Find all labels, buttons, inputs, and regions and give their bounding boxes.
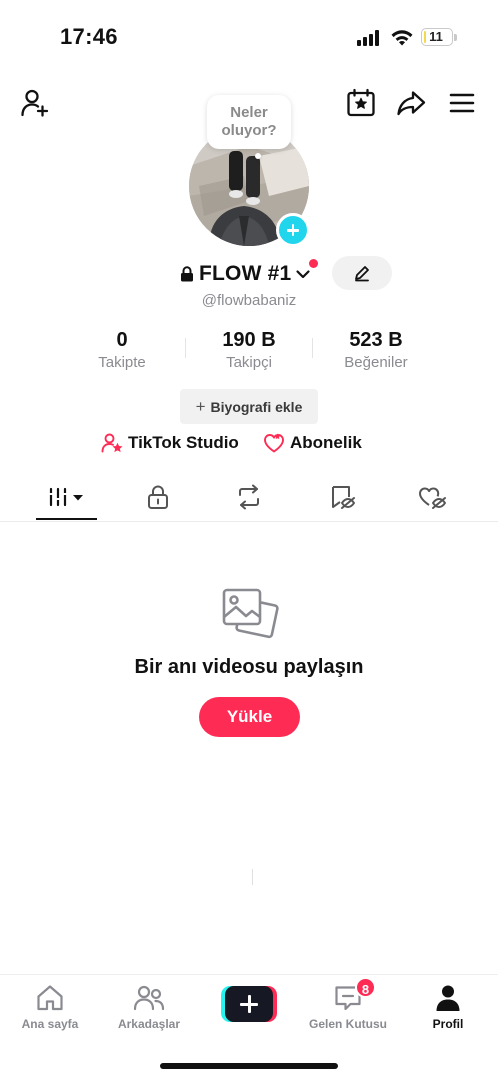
add-bio-button[interactable]: + Biyografi ekle — [180, 389, 318, 424]
battery-level: 11 — [429, 29, 443, 44]
home-indicator — [160, 1063, 338, 1069]
edit-profile-button[interactable] — [332, 256, 392, 290]
status-time: 17:46 — [60, 24, 118, 49]
nav-profile-label: Profil — [432, 1017, 464, 1031]
notification-dot — [309, 259, 318, 268]
tab-favorites[interactable] — [317, 474, 367, 520]
following-label: Takipte — [98, 354, 146, 371]
profile-icon — [436, 985, 460, 1011]
nav-inbox-label: Gelen Kutusu — [308, 1017, 387, 1031]
empty-state-title: Bir anı videosu paylaşın — [134, 656, 364, 678]
menu-icon[interactable] — [449, 90, 475, 116]
display-name: FLOW #1 — [199, 262, 292, 285]
username: @flowbabaniz — [201, 292, 297, 309]
tab-videos[interactable] — [36, 474, 97, 520]
calendar-star-icon[interactable] — [346, 88, 376, 118]
private-account-lock-icon — [181, 266, 193, 282]
nav-inbox[interactable]: Gelen Kutusu — [298, 983, 398, 1031]
pencil-icon — [355, 266, 369, 282]
followers-label: Takipçi — [226, 354, 272, 371]
status-bar: 17:46 11 — [0, 0, 498, 76]
lock-icon — [148, 485, 168, 509]
subscription-label: Abonelik — [290, 433, 362, 452]
note-text-line1: Neler — [230, 104, 268, 121]
add-bio-label: Biyografi ekle — [210, 398, 303, 415]
add-friend-icon[interactable] — [20, 88, 50, 118]
likes-count: 523 B — [349, 329, 403, 351]
share-icon[interactable] — [396, 88, 426, 118]
bookmark-hidden-icon — [332, 486, 355, 509]
nav-friends[interactable]: Arkadaşlar — [99, 983, 199, 1031]
following-count: 0 — [116, 329, 128, 351]
plus-icon: + — [195, 396, 206, 416]
cellular-signal-icon — [357, 30, 383, 46]
add-story-button[interactable] — [276, 213, 310, 247]
nav-friends-label: Arkadaşlar — [117, 1017, 181, 1031]
note-bubble[interactable]: Neler oluyor? — [207, 95, 291, 149]
subscription-link[interactable]: Abonelik — [263, 432, 362, 454]
create-button[interactable] — [221, 986, 277, 1022]
friends-icon — [133, 985, 165, 1011]
likes-stat[interactable]: 523 B Beğeniler — [316, 328, 436, 373]
tiktok-studio-link[interactable]: TikTok Studio — [101, 432, 239, 454]
heart-hidden-icon — [419, 487, 446, 509]
battery-cap — [454, 34, 457, 41]
likes-label: Beğeniler — [344, 354, 408, 371]
inbox-badge: 8 — [355, 977, 376, 998]
nav-home-label: Ana sayfa — [21, 1017, 79, 1031]
stats-divider — [312, 338, 313, 358]
links-divider — [252, 869, 253, 885]
active-tab-indicator — [36, 518, 97, 520]
chevron-down-icon — [296, 270, 311, 279]
following-stat[interactable]: 0 Takipte — [62, 328, 182, 373]
note-bubble-tail — [255, 153, 261, 159]
nav-profile[interactable]: Profil — [398, 983, 498, 1031]
tab-private[interactable] — [133, 474, 183, 520]
tab-liked[interactable] — [408, 474, 458, 520]
repost-icon — [239, 484, 259, 510]
tab-reposts[interactable] — [224, 474, 274, 520]
empty-state-photos-icon — [219, 584, 279, 644]
profile-links-row: TikTok Studio Abonelik — [0, 432, 498, 885]
creator-studio-icon — [101, 433, 123, 453]
note-text-line2: oluyor? — [221, 122, 277, 139]
display-name-row[interactable]: FLOW #1 — [180, 260, 311, 288]
upload-button[interactable]: Yükle — [199, 697, 300, 737]
profile-tabs — [0, 474, 498, 522]
home-icon — [37, 985, 63, 1011]
stats-divider — [185, 338, 186, 358]
subscription-heart-icon — [264, 433, 284, 453]
followers-count: 190 B — [222, 329, 276, 351]
nav-home[interactable]: Ana sayfa — [0, 983, 100, 1031]
tiktok-studio-label: TikTok Studio — [128, 433, 239, 452]
wifi-icon — [391, 30, 413, 46]
videos-grid-icon — [48, 487, 83, 507]
followers-stat[interactable]: 190 B Takipçi — [189, 328, 309, 373]
battery-icon: 11 — [421, 28, 453, 46]
